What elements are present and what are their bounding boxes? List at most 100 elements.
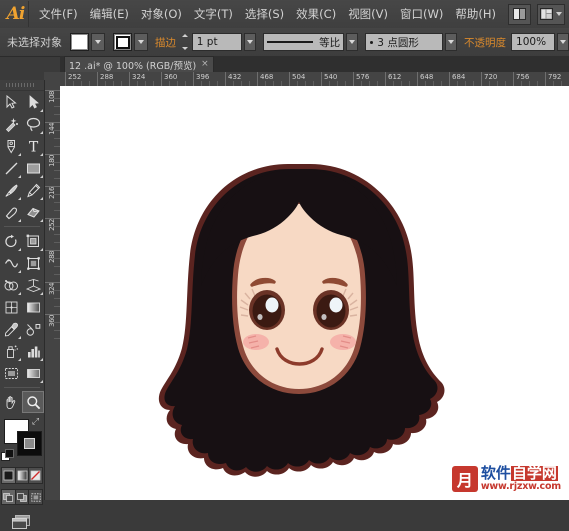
- menu-effect[interactable]: 效果(C): [290, 2, 342, 26]
- stroke-weight-label[interactable]: 描边: [155, 35, 176, 50]
- slice-tool[interactable]: [22, 362, 44, 384]
- draw-normal-icon: [3, 493, 13, 502]
- opacity-input[interactable]: 100%: [511, 33, 555, 51]
- gradient-icon: [26, 300, 41, 315]
- type-tool[interactable]: T: [22, 135, 44, 157]
- toolbar-stroke-swatch[interactable]: [17, 431, 42, 456]
- menu-bar: Ai 文件(F) 编辑(E) 对象(O) 文字(T) 选择(S) 效果(C) 视…: [0, 0, 569, 29]
- menu-type[interactable]: 文字(T): [188, 2, 239, 26]
- stroke-color-control[interactable]: [113, 33, 148, 51]
- hand-tool[interactable]: [0, 391, 22, 413]
- draw-normal-mode[interactable]: [2, 490, 16, 504]
- lasso-icon: [26, 117, 41, 132]
- shape-builder-icon: [4, 278, 19, 293]
- brush-dropdown-button[interactable]: [445, 33, 457, 51]
- column-graph-tool[interactable]: [22, 340, 44, 362]
- stroke-weight-input[interactable]: 1 pt: [192, 33, 243, 51]
- stroke-dropdown-button[interactable]: [134, 33, 148, 51]
- opacity-label[interactable]: 不透明度: [464, 35, 506, 50]
- lasso-tool[interactable]: [22, 113, 44, 135]
- document-tab-bar: 12 .ai* @ 100% (RGB/预览) ×: [60, 56, 569, 73]
- eye-left: [249, 290, 285, 330]
- artboard-icon: [4, 366, 19, 381]
- close-icon[interactable]: ×: [201, 60, 209, 69]
- fill-swatch[interactable]: [70, 33, 89, 51]
- opacity-dropdown-button[interactable]: [557, 33, 569, 51]
- mesh-tool[interactable]: [0, 296, 22, 318]
- width-tool-icon: [4, 256, 19, 271]
- pencil-tool[interactable]: [22, 179, 44, 201]
- rectangle-icon: [26, 161, 41, 176]
- magic-wand-tool[interactable]: [0, 113, 22, 135]
- gradient-tool[interactable]: [22, 296, 44, 318]
- paintbrush-tool[interactable]: [0, 179, 22, 201]
- menu-bar-right: [502, 4, 569, 25]
- fill-dropdown-button[interactable]: [91, 33, 105, 51]
- arrange-documents-button[interactable]: [508, 4, 531, 25]
- zoom-tool[interactable]: [22, 391, 44, 413]
- stroke-profile-preview-icon: [267, 41, 313, 43]
- artboard-tool[interactable]: [0, 362, 22, 384]
- line-segment-tool[interactable]: [0, 157, 22, 179]
- symbol-sprayer-tool[interactable]: [0, 340, 22, 362]
- selection-tool[interactable]: [0, 91, 22, 113]
- stroke-profile-select[interactable]: 等比: [263, 33, 344, 51]
- perspective-grid-tool[interactable]: [22, 274, 44, 296]
- ruler-corner[interactable]: [44, 72, 61, 87]
- workspace-switcher-button[interactable]: [537, 4, 565, 25]
- pencil-icon: [26, 183, 41, 198]
- draw-inside-mode[interactable]: [29, 490, 42, 504]
- scale-tool[interactable]: [22, 230, 44, 252]
- menu-edit[interactable]: 编辑(E): [84, 2, 135, 26]
- direct-selection-tool[interactable]: [22, 91, 44, 113]
- svg-text:T: T: [28, 139, 38, 154]
- eyedropper-tool[interactable]: [0, 318, 22, 340]
- color-mode-gradient[interactable]: [16, 468, 30, 483]
- screen-mode-icon: [11, 514, 33, 530]
- draw-behind-mode[interactable]: [16, 490, 30, 504]
- brush-definition-select[interactable]: 3 点圆形: [365, 33, 443, 51]
- draw-inside-icon: [31, 493, 41, 502]
- stroke-weight-stepper[interactable]: [182, 34, 189, 50]
- horizontal-ruler[interactable]: 2522883243603964324685045405766126486847…: [60, 72, 569, 87]
- color-mode-color[interactable]: [2, 468, 16, 483]
- blend-tool[interactable]: [22, 318, 44, 340]
- stroke-weight-dropdown-button[interactable]: [244, 33, 256, 51]
- perspective-grid-icon: [26, 278, 41, 293]
- tools-panel-grip[interactable]: [0, 80, 44, 91]
- free-transform-tool[interactable]: [22, 252, 44, 274]
- selection-tool-icon: [4, 95, 18, 109]
- artwork-cartoon-girl[interactable]: [60, 86, 569, 500]
- chevron-down-icon: [349, 40, 355, 44]
- change-screen-mode[interactable]: [10, 513, 34, 531]
- fill-color-control[interactable]: [70, 33, 105, 51]
- vertical-ruler[interactable]: 108144180216252288324360: [44, 86, 61, 500]
- canvas-artboard[interactable]: 月 软件自学网 www.rjzxw.com: [60, 86, 569, 500]
- stroke-swatch[interactable]: [113, 33, 132, 51]
- shape-builder-tool[interactable]: [0, 274, 22, 296]
- menu-window[interactable]: 窗口(W): [394, 2, 449, 26]
- rectangle-tool[interactable]: [22, 157, 44, 179]
- width-tool[interactable]: [0, 252, 22, 274]
- menu-object[interactable]: 对象(O): [135, 2, 188, 26]
- line-segment-icon: [4, 161, 19, 176]
- menu-view[interactable]: 视图(V): [342, 2, 394, 26]
- default-fill-stroke-icon[interactable]: [1, 449, 13, 461]
- stroke-profile-dropdown-button[interactable]: [346, 33, 358, 51]
- eraser-tool[interactable]: [22, 201, 44, 223]
- menu-select[interactable]: 选择(S): [239, 2, 290, 26]
- blob-brush-tool[interactable]: [0, 201, 22, 223]
- brush-preview-icon: [370, 41, 373, 44]
- rotate-tool[interactable]: [0, 230, 22, 252]
- swap-fill-stroke-icon[interactable]: ⤢: [30, 417, 41, 428]
- document-tab-label: 12 .ai* @ 100% (RGB/预览): [69, 58, 196, 72]
- stroke-profile-label: 等比: [319, 35, 340, 50]
- menu-help[interactable]: 帮助(H): [449, 2, 502, 26]
- blend-icon: [26, 322, 41, 337]
- color-mode-none[interactable]: [29, 468, 42, 483]
- document-tab[interactable]: 12 .ai* @ 100% (RGB/预览) ×: [64, 56, 214, 72]
- eraser-icon: [26, 205, 41, 220]
- arrange-documents-icon: [513, 8, 526, 20]
- pen-tool[interactable]: [0, 135, 22, 157]
- menu-file[interactable]: 文件(F): [33, 2, 84, 26]
